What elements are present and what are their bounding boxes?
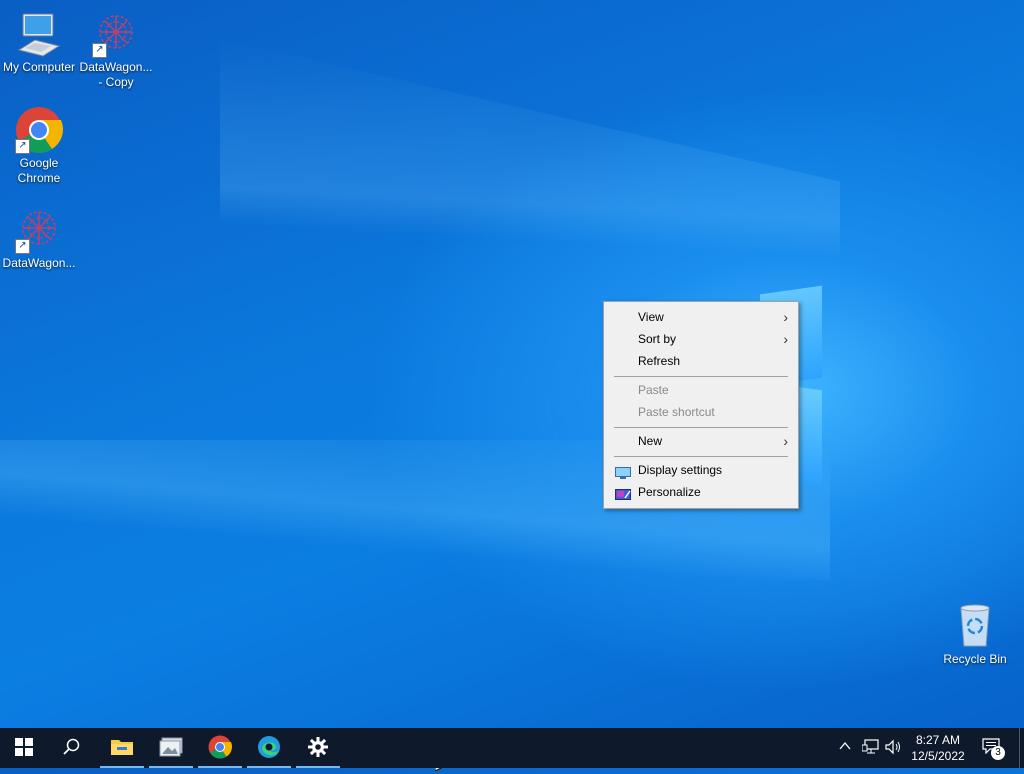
network-icon bbox=[861, 739, 880, 758]
network-button[interactable] bbox=[861, 739, 880, 758]
desktop-icon-datawagon[interactable]: ↗ DataWagon... bbox=[1, 206, 77, 271]
menu-item-display-settings[interactable]: Display settings bbox=[606, 459, 796, 481]
menu-item-view[interactable]: View › bbox=[606, 306, 796, 328]
volume-button[interactable] bbox=[885, 739, 903, 758]
chevron-up-icon bbox=[838, 741, 852, 756]
menu-item-sort-by[interactable]: Sort by › bbox=[606, 328, 796, 350]
desktop-icon-datawagon-copy[interactable]: ↗ DataWagon... - Copy bbox=[78, 10, 154, 90]
clock-time: 8:27 AM bbox=[915, 733, 961, 747]
photos-icon bbox=[159, 737, 183, 760]
desktop-icon-label: My Computer bbox=[2, 60, 76, 74]
desktop-icon-my-computer[interactable]: My Computer bbox=[1, 10, 77, 75]
desktop-icon-label: Google Chrome bbox=[17, 156, 61, 185]
menu-separator bbox=[614, 427, 788, 428]
chrome-icon bbox=[208, 735, 232, 762]
chrome-icon: ↗ bbox=[15, 106, 63, 154]
chevron-right-icon: › bbox=[783, 309, 788, 325]
datawagon-icon: ↗ bbox=[15, 206, 63, 254]
menu-item-new[interactable]: New › bbox=[606, 430, 796, 452]
show-hidden-icons-button[interactable] bbox=[838, 739, 852, 756]
taskbar: 8:27 AM 12/5/2022 3 bbox=[0, 728, 1024, 768]
taskbar-settings[interactable] bbox=[294, 728, 342, 768]
clock-date: 12/5/2022 bbox=[911, 749, 965, 763]
shortcut-arrow-icon: ↗ bbox=[15, 239, 30, 254]
taskbar-edge[interactable] bbox=[245, 728, 293, 768]
chevron-right-icon: › bbox=[783, 331, 788, 347]
search-icon bbox=[63, 738, 81, 759]
speaker-icon bbox=[885, 739, 903, 758]
shortcut-arrow-icon: ↗ bbox=[15, 139, 30, 154]
display-settings-icon bbox=[615, 464, 631, 479]
desktop-context-menu: View › Sort by › Refresh Paste Paste sho… bbox=[603, 301, 799, 509]
chevron-right-icon: › bbox=[783, 433, 788, 449]
desktop-icon-recycle-bin[interactable]: Recycle Bin bbox=[937, 602, 1013, 667]
start-button[interactable] bbox=[0, 728, 48, 768]
shortcut-arrow-icon: ↗ bbox=[92, 43, 107, 58]
menu-item-paste-shortcut: Paste shortcut bbox=[638, 405, 715, 419]
personalize-icon bbox=[615, 486, 631, 500]
search-button[interactable] bbox=[48, 728, 96, 768]
taskbar-photos[interactable] bbox=[147, 728, 195, 768]
menu-separator bbox=[614, 456, 788, 457]
taskbar-chrome[interactable] bbox=[196, 728, 244, 768]
edge-icon bbox=[257, 735, 281, 762]
desktop-icon-label: Recycle Bin bbox=[943, 652, 1007, 666]
action-center-button[interactable]: 3 bbox=[982, 738, 1005, 760]
clock[interactable]: 8:27 AM 12/5/2022 bbox=[906, 732, 970, 764]
menu-item-paste: Paste bbox=[638, 383, 669, 397]
gear-icon bbox=[308, 736, 328, 760]
computer-icon bbox=[15, 10, 63, 58]
recycle-bin-icon bbox=[951, 602, 999, 650]
show-desktop-button[interactable] bbox=[1019, 728, 1024, 768]
desktop-icon-label: DataWagon... bbox=[2, 256, 76, 270]
desktop-icon-google-chrome[interactable]: ↗ Google Chrome bbox=[1, 106, 77, 186]
desktop-icon-label: DataWagon... - Copy bbox=[79, 60, 153, 89]
folder-icon bbox=[110, 737, 134, 760]
menu-item-personalize[interactable]: Personalize bbox=[606, 481, 796, 503]
datawagon-icon: ↗ bbox=[92, 10, 140, 58]
menu-item-refresh[interactable]: Refresh bbox=[606, 350, 796, 372]
notification-badge: 3 bbox=[991, 746, 1005, 760]
windows-start-icon bbox=[15, 737, 33, 759]
taskbar-file-explorer[interactable] bbox=[98, 728, 146, 768]
menu-separator bbox=[614, 376, 788, 377]
